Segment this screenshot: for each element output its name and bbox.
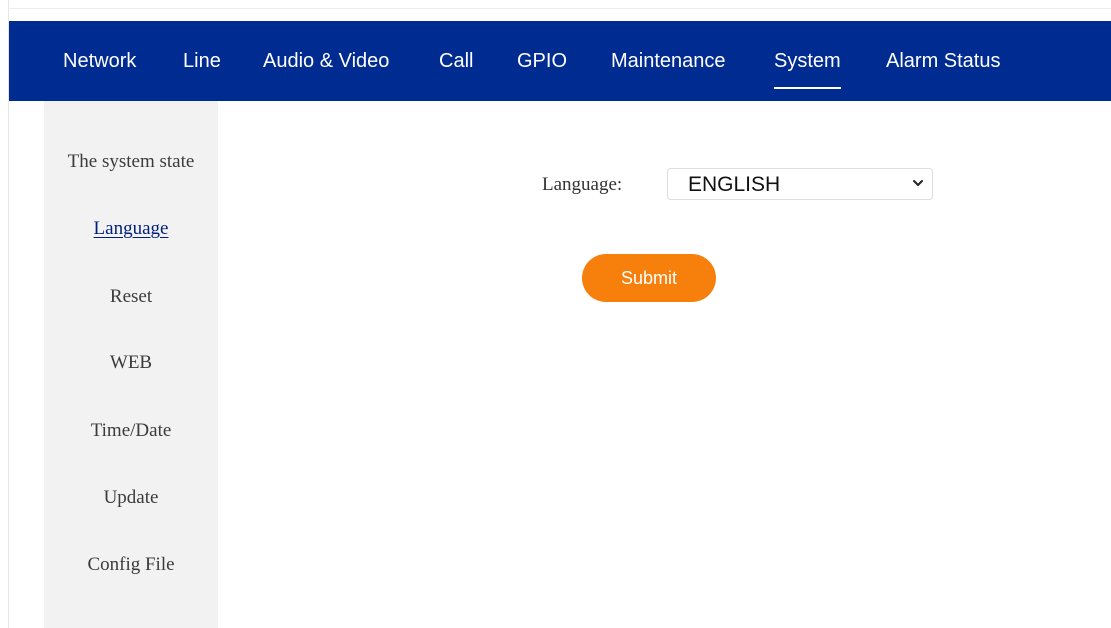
nav-tab-gpio[interactable]: GPIO	[517, 21, 567, 101]
nav-tab-alarm-status[interactable]: Alarm Status	[886, 21, 1000, 101]
sidebar-item-time-date[interactable]: Time/Date	[44, 420, 218, 442]
nav-tab-system[interactable]: System	[774, 21, 841, 101]
nav-tab-maintenance[interactable]: Maintenance	[611, 21, 726, 101]
sidebar-item-language[interactable]: Language	[44, 218, 218, 240]
language-select-value: ENGLISH	[688, 173, 781, 196]
language-label: Language:	[542, 174, 623, 195]
nav-tab-network[interactable]: Network	[63, 21, 136, 101]
sidebar-item-config-file[interactable]: Config File	[44, 554, 218, 576]
frame-border-top	[8, 8, 1111, 9]
nav-tab-call[interactable]: Call	[439, 21, 473, 101]
sidebar: The system state Language Reset WEB Time…	[44, 101, 218, 628]
top-navigation-bar: Network Line Audio & Video Call GPIO Mai…	[9, 21, 1111, 101]
chevron-down-icon	[913, 180, 923, 186]
nav-tab-audio-video[interactable]: Audio & Video	[263, 21, 389, 101]
sidebar-item-update[interactable]: Update	[44, 487, 218, 509]
language-select[interactable]: ENGLISH	[667, 168, 933, 200]
sidebar-item-reset[interactable]: Reset	[44, 286, 218, 308]
sidebar-item-system-state[interactable]: The system state	[44, 151, 218, 173]
nav-tab-line[interactable]: Line	[183, 21, 221, 101]
sidebar-item-web[interactable]: WEB	[44, 352, 218, 374]
submit-button[interactable]: Submit	[582, 254, 716, 302]
page: Network Line Audio & Video Call GPIO Mai…	[0, 0, 1111, 628]
